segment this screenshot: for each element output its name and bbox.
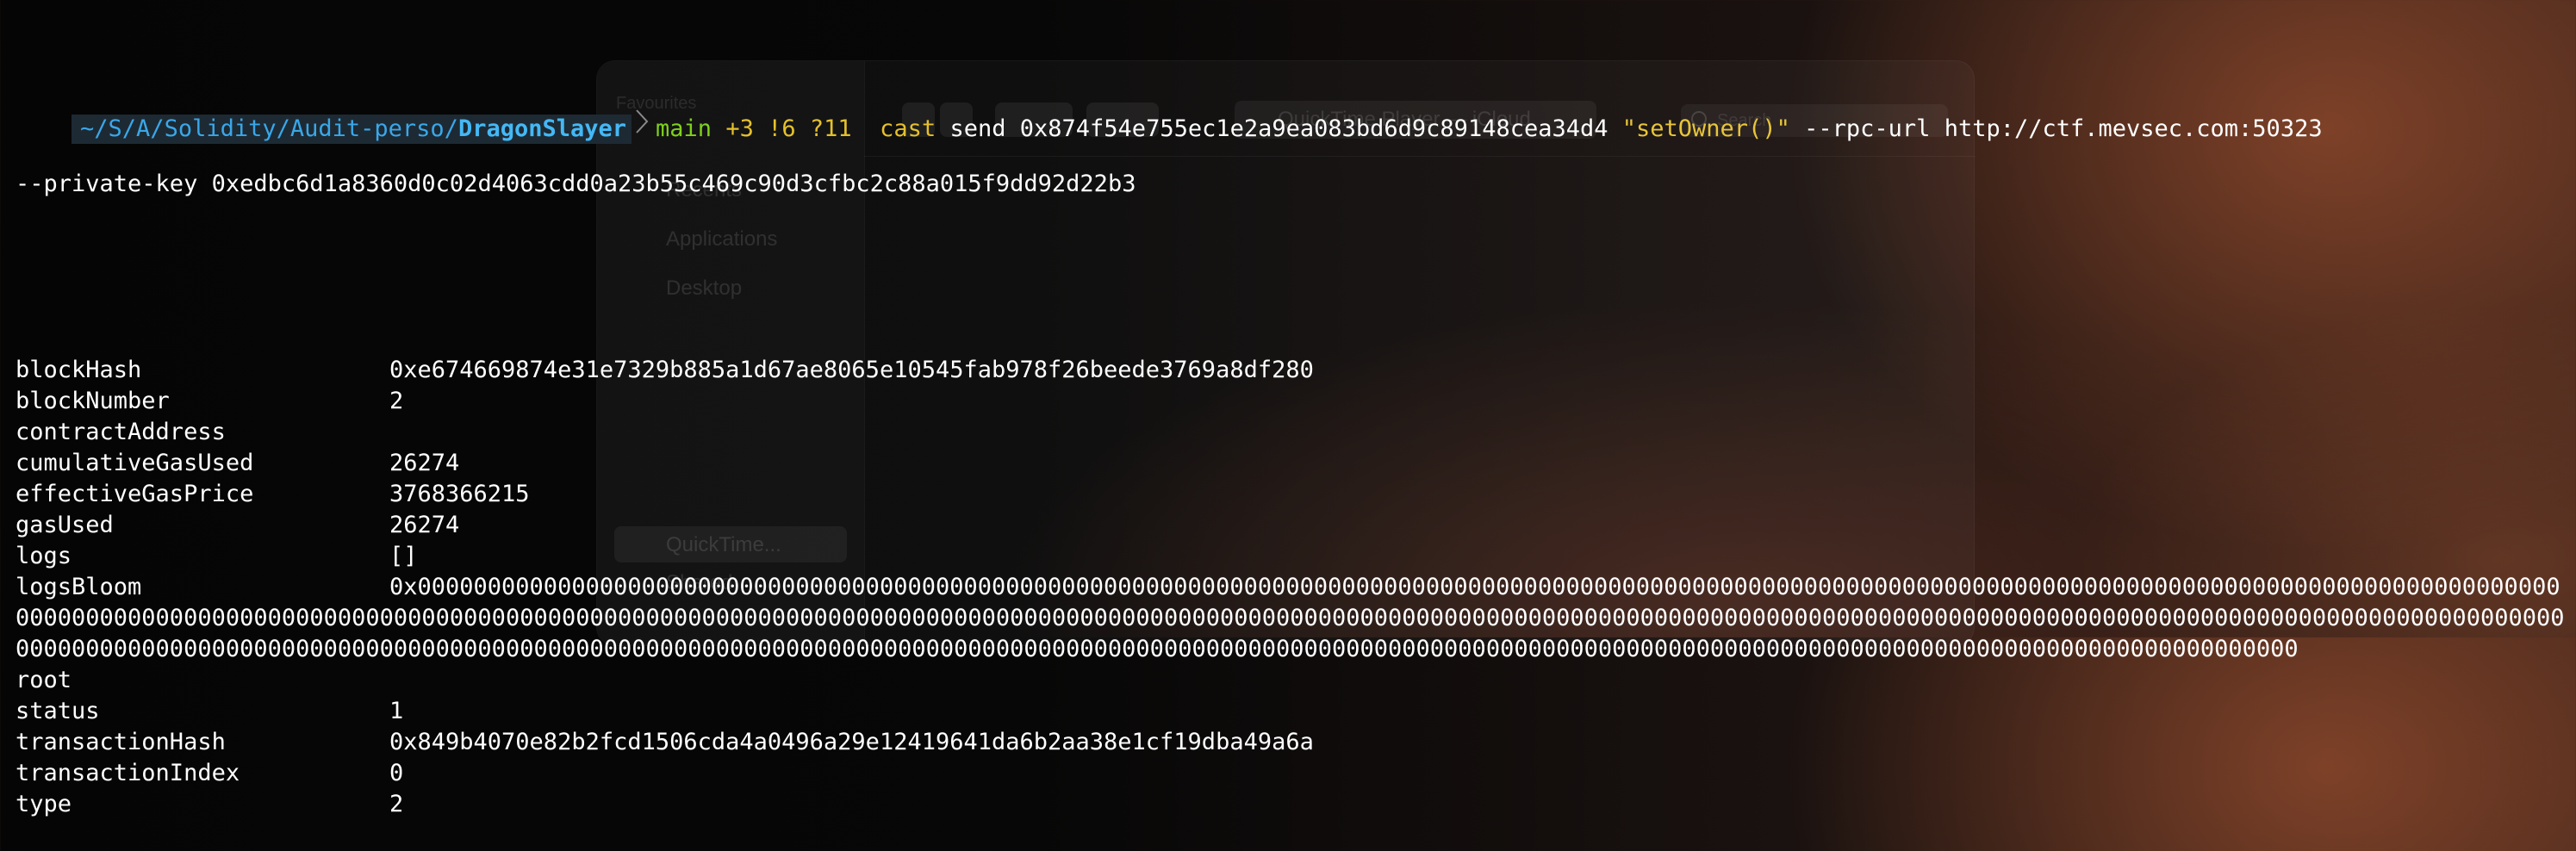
command-key-flag: --private-key xyxy=(16,171,198,197)
prompt-line: ~/S/A/Solidity/Audit-perso/DragonSlayer m… xyxy=(16,76,2576,144)
receipt-row: logs [] xyxy=(16,541,2576,572)
receipt-value: 2 xyxy=(389,791,404,817)
prompt-separator-icon xyxy=(632,107,652,136)
receipt-row: transactionIndex 0 xyxy=(16,758,2576,789)
receipt-row: root xyxy=(16,665,2576,696)
command-continuation-line: --private-key 0xedbc6d1a8360d0c02d4063cd… xyxy=(16,169,2576,200)
receipt-row: gasUsed 26274 xyxy=(16,510,2576,541)
git-untracked-count: ?11 xyxy=(809,115,852,142)
receipt-value: 26274 xyxy=(389,512,460,538)
receipt-key: blockHash xyxy=(16,357,142,383)
command-private-key: 0xedbc6d1a8360d0c02d4063cdd0a23b55c469c9… xyxy=(211,171,1136,197)
prompt-path-segment: ~/S/A/Solidity/Audit-perso/DragonSlayer xyxy=(72,115,632,144)
prompt-path-current: DragonSlayer xyxy=(457,115,627,142)
receipt-key: blockNumber xyxy=(16,388,170,414)
receipt-key: status xyxy=(16,698,100,724)
receipt-key: logsBloom xyxy=(16,574,142,600)
git-branch: main xyxy=(656,115,712,142)
receipt-value: 0x849b4070e82b2fcd1506cda4a0496a29e12419… xyxy=(389,729,1314,755)
git-staged-count: +3 xyxy=(725,115,754,142)
receipt-key: logs xyxy=(16,543,72,569)
receipt-value: [] xyxy=(389,543,418,569)
receipt-value: 1 xyxy=(389,698,404,724)
command-signature: "setOwner()" xyxy=(1621,115,1790,142)
receipt-row: logsBloom 0x00000000000000000000000000000… xyxy=(16,572,2567,665)
receipt-row: blockHash 0xe674669874e31e7329b885a1d67ae… xyxy=(16,355,2576,386)
receipt-row: blockNumber 2 xyxy=(16,386,2576,417)
receipt-value: 0xe674669874e31e7329b885a1d67ae8065e1054… xyxy=(389,357,1314,383)
command-rpc-url: http://ctf.mevsec.com:50323 xyxy=(1944,115,2323,142)
receipt-row: transactionHash 0x849b4070e82b2fcd1506cda… xyxy=(16,727,2576,758)
prompt-path-prefix: ~/S/A/Solidity/Audit-perso/ xyxy=(80,115,458,142)
receipt-row: contractAddress xyxy=(16,417,2576,448)
receipt-key: type xyxy=(16,791,72,817)
receipt-row: type 2 xyxy=(16,789,2576,820)
command-address: 0x874f54e755ec1e2a9ea083bd6d9c89148cea34… xyxy=(1019,115,1608,142)
receipt-key: gasUsed xyxy=(16,512,114,538)
terminal-output: ~/S/A/Solidity/Audit-perso/DragonSlayer m… xyxy=(16,14,2576,851)
receipt-value: 26274 xyxy=(389,450,460,476)
receipt-value: 2 xyxy=(389,388,404,414)
receipt-key: effectiveGasPrice xyxy=(16,481,254,507)
receipt-row: effectiveGasPrice 3768366215 xyxy=(16,479,2576,510)
git-modified-count: !6 xyxy=(768,115,796,142)
receipt-key: contractAddress xyxy=(16,419,226,445)
receipt-value: 0 xyxy=(389,760,404,786)
receipt-row: status 1 xyxy=(16,696,2576,727)
receipt-output: blockHash 0xe674669874e31e7329b885a1d67ae… xyxy=(16,355,2576,820)
receipt-key: transactionHash xyxy=(16,729,226,755)
receipt-key: root xyxy=(16,667,72,693)
receipt-value: 3768366215 xyxy=(389,481,530,507)
receipt-key: cumulativeGasUsed xyxy=(16,450,254,476)
command-rpc-flag: --rpc-url xyxy=(1804,115,1931,142)
receipt-row: cumulativeGasUsed 26274 xyxy=(16,448,2576,479)
command-program: cast xyxy=(880,115,936,142)
receipt-value: 0x00000000000000000000000000000000000000… xyxy=(16,574,2565,662)
command-subcommand: send xyxy=(949,115,1006,142)
receipt-key: transactionIndex xyxy=(16,760,240,786)
